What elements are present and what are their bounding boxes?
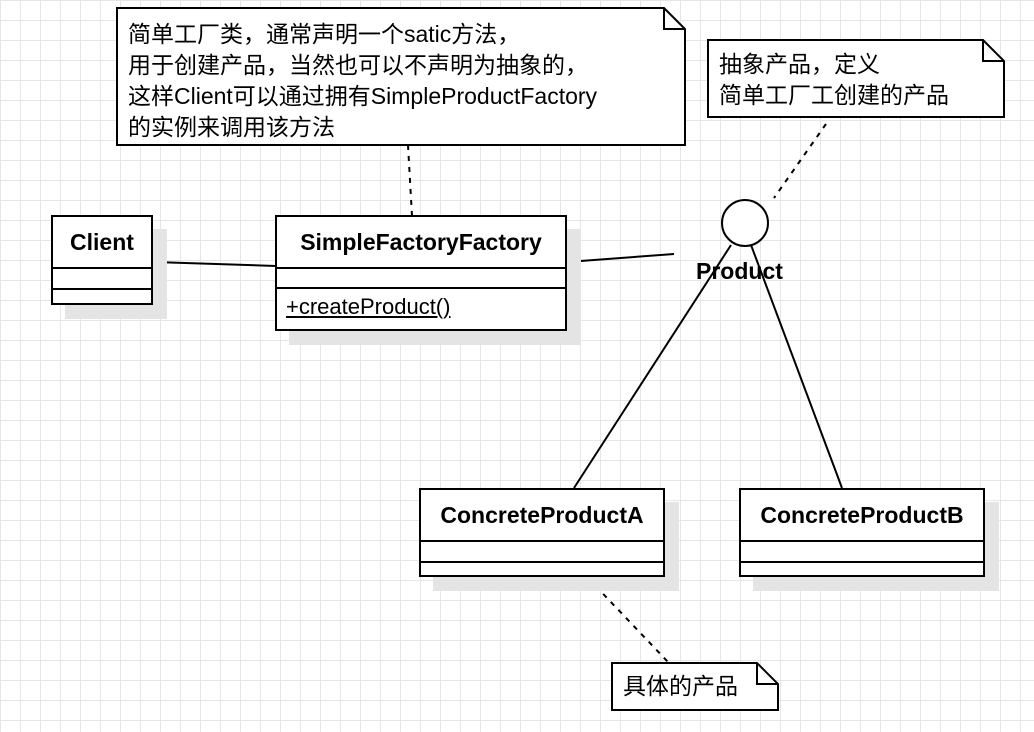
factory-note-anchor bbox=[407, 144, 413, 217]
class-factory-attributes bbox=[277, 269, 565, 289]
factory-note[interactable]: 简单工厂类，通常声明一个satic方法， 用于创建产品，当然也可以不声明为抽象的… bbox=[116, 7, 686, 146]
class-product-a-name: ConcreteProductA bbox=[421, 490, 663, 542]
uml-diagram-canvas: Product Client SimpleFactoryFactory +cre… bbox=[0, 0, 1034, 732]
class-concrete-product-b[interactable]: ConcreteProductB bbox=[739, 488, 985, 577]
class-factory-operations: +createProduct() bbox=[277, 289, 565, 333]
product-interface-label: Product bbox=[696, 258, 783, 284]
factory-product-dependency bbox=[566, 253, 675, 263]
class-simple-factory[interactable]: SimpleFactoryFactory +createProduct() bbox=[275, 215, 567, 331]
class-product-a-attributes bbox=[421, 542, 663, 563]
product-note[interactable]: 抽象产品，定义 简单工厂工创建的产品 bbox=[707, 39, 1005, 118]
class-concrete-product-a[interactable]: ConcreteProductA bbox=[419, 488, 665, 577]
client-factory-association bbox=[153, 261, 277, 267]
concrete-note-text: 具体的产品 bbox=[623, 673, 738, 699]
product-interface-icon[interactable] bbox=[721, 199, 769, 247]
create-product-operation[interactable]: +createProduct() bbox=[277, 289, 565, 320]
factory-note-text: 简单工厂类，通常声明一个satic方法， 用于创建产品，当然也可以不声明为抽象的… bbox=[128, 21, 598, 140]
class-client-attributes bbox=[53, 269, 151, 290]
product-note-text: 抽象产品，定义 简单工厂工创建的产品 bbox=[719, 51, 949, 108]
class-product-b-operations bbox=[741, 563, 983, 580]
product-note-anchor bbox=[773, 123, 827, 199]
class-client[interactable]: Client bbox=[51, 215, 153, 305]
concrete-note-anchor bbox=[587, 577, 669, 663]
class-product-a-operations bbox=[421, 563, 663, 580]
class-client-operations bbox=[53, 290, 151, 309]
class-client-name: Client bbox=[53, 217, 151, 269]
class-product-b-attributes bbox=[741, 542, 983, 563]
concrete-product-note[interactable]: 具体的产品 bbox=[611, 662, 779, 711]
class-product-b-name: ConcreteProductB bbox=[741, 490, 983, 542]
class-factory-name: SimpleFactoryFactory bbox=[277, 217, 565, 269]
